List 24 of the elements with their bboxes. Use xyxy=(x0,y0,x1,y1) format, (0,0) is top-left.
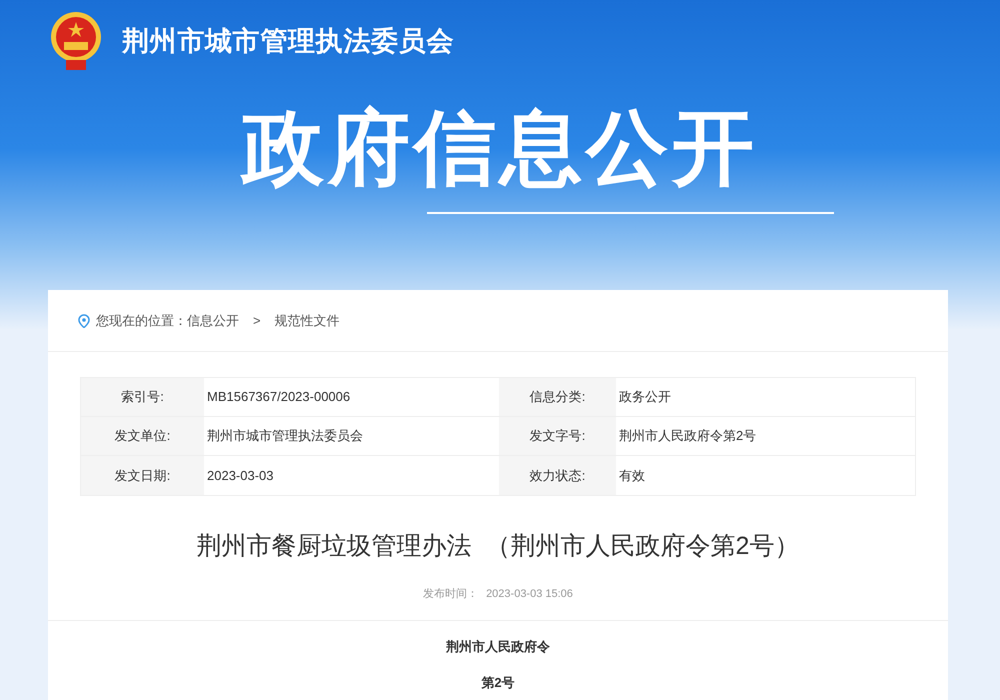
location-pin-icon xyxy=(78,314,90,328)
info-value-cell-text: 荆州市人民政府令第2号 xyxy=(618,427,758,446)
info-label-cell: 发文单位: xyxy=(81,417,204,455)
info-label-cell: 发文日期: xyxy=(81,456,204,495)
emblem-icon xyxy=(50,10,102,72)
info-label-cell: 索引号: xyxy=(81,378,204,416)
article-paragraph: 第2号 xyxy=(481,674,515,692)
article-title: 荆州市餐厨垃圾管理办法 （荆州市人民政府令第2号） xyxy=(196,531,800,562)
site-title: 荆州市城市管理执法委员会 xyxy=(122,24,454,58)
breadcrumb-label: 您现在的位置： xyxy=(96,312,187,330)
breadcrumb-link[interactable]: 信息公开 xyxy=(187,310,239,330)
publish-time: 2023-03-03 15:06 xyxy=(486,586,573,602)
info-value-cell-text: 荆州市城市管理执法委员会 xyxy=(206,427,364,446)
info-value-cell-text: MB1567367/2023-00006 xyxy=(206,388,352,406)
info-value-cell-text: 政务公开 xyxy=(618,388,672,406)
info-value-cell-text: 2023-03-03 xyxy=(206,466,274,485)
info-label-cell: 信息分类: xyxy=(499,378,616,416)
breadcrumb-link[interactable]: 规范性文件 xyxy=(274,310,340,330)
article-paragraph: 荆州市人民政府令 xyxy=(446,638,550,656)
info-value-cell-text: 有效 xyxy=(618,466,646,485)
breadcrumb-separator: > xyxy=(253,312,261,330)
info-label-cell: 发文字号: xyxy=(499,417,616,455)
info-label-cell: 效力状态: xyxy=(499,456,616,495)
publish-label: 发布时间： xyxy=(423,586,478,602)
